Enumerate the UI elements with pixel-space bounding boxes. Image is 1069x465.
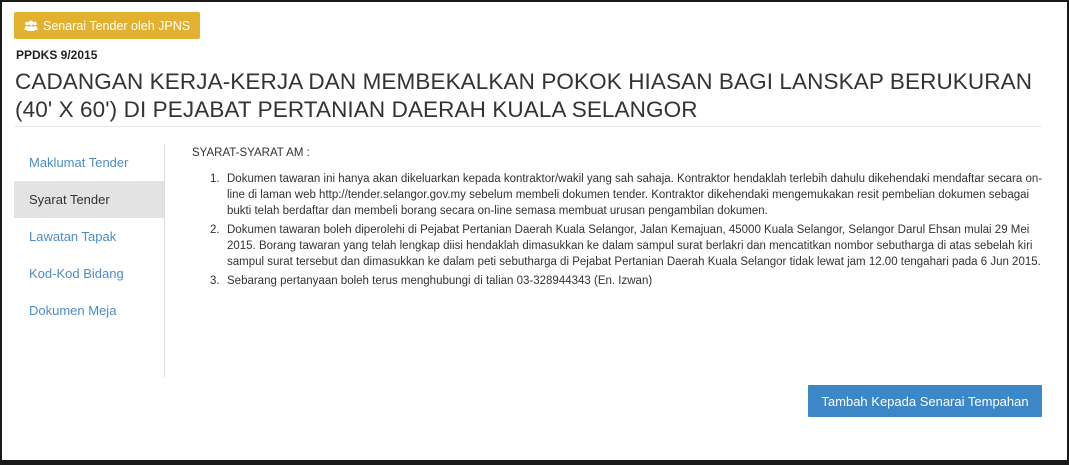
sidebar-divider: [164, 144, 165, 377]
tender-sidebar-nav: Maklumat Tender Syarat Tender Lawatan Ta…: [14, 144, 164, 329]
senarai-tender-jpns-label: Senarai Tender oleh JPNS: [43, 18, 191, 33]
tender-reference: PPDKS 9/2015: [16, 48, 98, 62]
list-number: 1.: [210, 173, 220, 185]
list-number: 3.: [210, 275, 220, 287]
sidebar-item-lawatan-tapak[interactable]: Lawatan Tapak: [14, 218, 164, 255]
list-item: 2. Dokumen tawaran boleh diperolehi di P…: [192, 222, 1047, 270]
senarai-tender-jpns-button[interactable]: Senarai Tender oleh JPNS: [14, 12, 201, 39]
list-item: 3. Sebarang pertanyaan boleh terus mengh…: [192, 273, 1047, 289]
title-divider: [14, 126, 1042, 127]
list-item: 1. Dokumen tawaran ini hanya akan dikelu…: [192, 171, 1047, 219]
users-icon: [24, 20, 38, 32]
sidebar-item-dokumen-meja[interactable]: Dokumen Meja: [14, 292, 164, 329]
sidebar-item-syarat-tender[interactable]: Syarat Tender: [14, 181, 164, 218]
tambah-kepada-senarai-tempahan-button[interactable]: Tambah Kepada Senarai Tempahan: [808, 385, 1042, 417]
list-text: Dokumen tawaran ini hanya akan dikeluark…: [227, 173, 1043, 217]
content-heading: SYARAT-SYARAT AM :: [192, 147, 310, 159]
sidebar-item-maklumat-tender[interactable]: Maklumat Tender: [14, 144, 164, 181]
page-title: CADANGAN KERJA-KERJA DAN MEMBEKALKAN POK…: [15, 69, 1033, 122]
list-text: Dokumen tawaran boleh diperolehi di Peja…: [227, 224, 1041, 268]
sidebar-item-kod-kod-bidang[interactable]: Kod-Kod Bidang: [14, 255, 164, 292]
list-number: 2.: [210, 224, 220, 236]
list-text: Sebarang pertanyaan boleh terus menghubu…: [227, 275, 653, 287]
syarat-tender-content: SYARAT-SYARAT AM : 1. Dokumen tawaran in…: [192, 147, 1047, 292]
terms-list: 1. Dokumen tawaran ini hanya akan dikelu…: [192, 171, 1047, 289]
page-frame: Senarai Tender oleh JPNS PPDKS 9/2015 CA…: [0, 0, 1069, 465]
